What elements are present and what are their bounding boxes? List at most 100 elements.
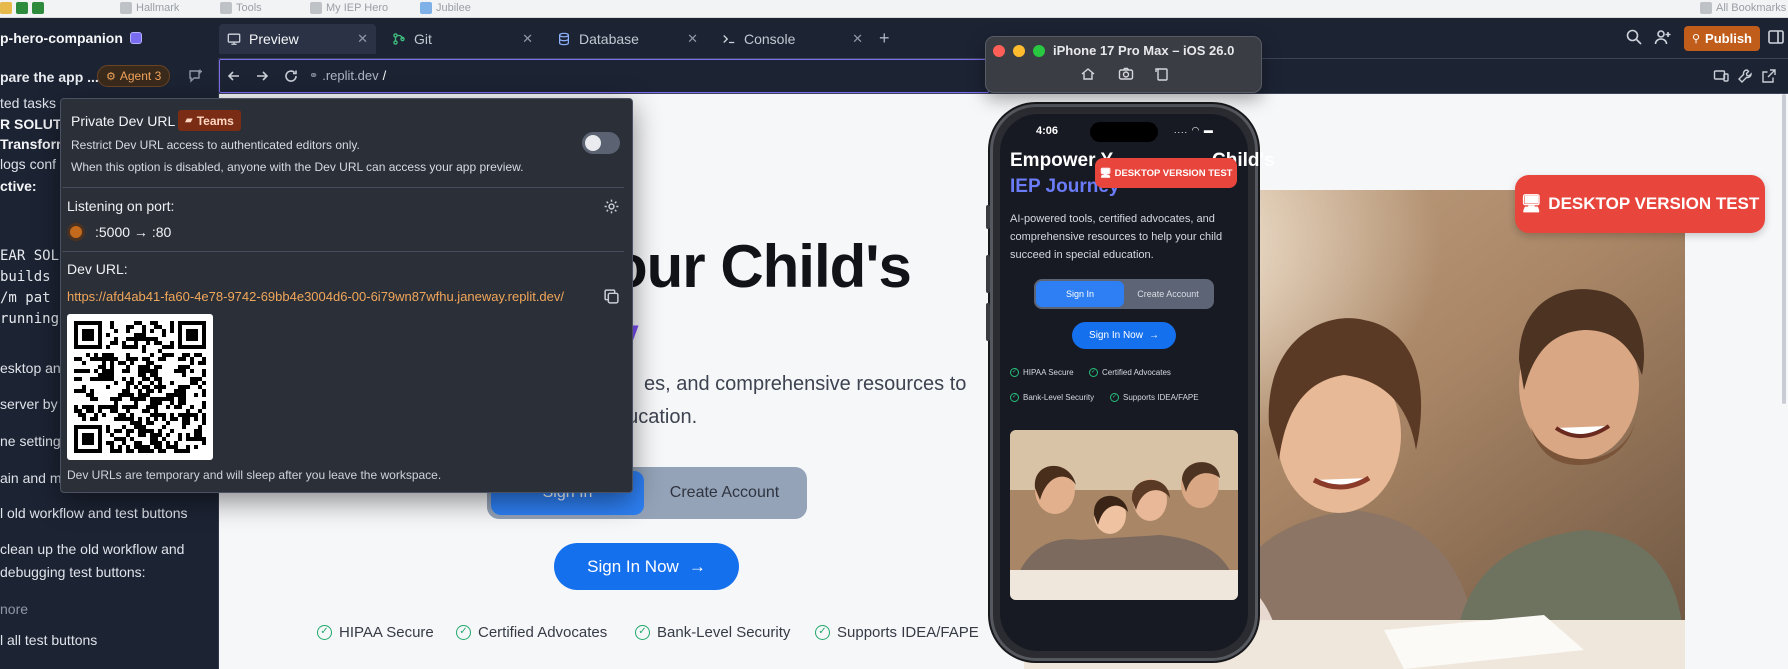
divider [62, 187, 624, 188]
new-chat-icon[interactable] [188, 68, 204, 84]
hero-subtitle: es, and comprehensive resources to [644, 373, 967, 395]
database-icon [559, 32, 569, 46]
feature-item: ✓ Bank-Level Security [635, 624, 790, 641]
tab-label: Database [579, 31, 639, 47]
invite-user-icon[interactable] [1654, 28, 1672, 46]
bookmark-item[interactable]: Hallmark [120, 1, 179, 15]
open-new-tab-icon[interactable] [1761, 68, 1777, 84]
sign-in-now-label: Sign In Now [1089, 330, 1143, 341]
project-name[interactable]: p-hero-companion [0, 30, 123, 46]
popover-footer: Dev URLs are temporary and will sleep af… [67, 468, 442, 482]
teams-label: Teams [196, 113, 234, 128]
bookmark-icons[interactable] [0, 1, 44, 15]
rotate-icon[interactable] [1154, 66, 1170, 82]
feature-label: Bank-Level Security [1023, 393, 1095, 402]
phone-clock: 4:06 [1036, 125, 1059, 137]
tab-git[interactable]: Git ✕ [384, 24, 541, 54]
bookmark-item[interactable]: Jubilee [420, 1, 471, 15]
feature-label: HIPAA Secure [1023, 368, 1074, 377]
check-icon: ✓ [635, 625, 650, 640]
chat-line: clean up the old workflow and [0, 541, 185, 557]
tab-console[interactable]: Console ✕ [714, 24, 871, 54]
chat-line: ain and m [0, 470, 62, 486]
url-path: / [382, 68, 387, 83]
phone-side-button [986, 303, 990, 341]
page-scrollbar[interactable] [1782, 94, 1786, 404]
check-icon: ✓ [1110, 393, 1119, 402]
briefcase-icon: ▰ [185, 115, 193, 126]
forward-icon[interactable] [254, 68, 270, 84]
port-label: Listening on port: [67, 198, 175, 214]
sign-in-now-button[interactable]: Sign In Now → [554, 543, 739, 590]
code-line: EAR SOLU [0, 248, 68, 264]
check-icon: ✓ [1010, 393, 1019, 402]
port-mapping: :5000 → :80 [95, 224, 172, 240]
phone-feature-item: ✓ Certified Advocates [1089, 368, 1171, 377]
panel-toggle-icon[interactable] [1767, 28, 1785, 46]
close-icon[interactable]: ✕ [357, 31, 368, 47]
show-more-link[interactable]: nore [0, 601, 28, 617]
popover-description: Restrict Dev URL access to authenticated… [71, 138, 360, 152]
devices-icon[interactable] [1713, 68, 1729, 84]
check-icon: ✓ [1089, 368, 1098, 377]
sign-in-now-label: Sign In Now [587, 556, 679, 576]
add-tab-button[interactable]: + [879, 29, 890, 47]
close-icon[interactable]: ✕ [522, 31, 533, 47]
tab-preview[interactable]: Preview ✕ [219, 24, 376, 54]
git-branch-icon [393, 33, 405, 45]
bookmark-item[interactable]: Tools [220, 1, 262, 15]
all-bookmarks[interactable]: All Bookmarks [1700, 1, 1786, 15]
zoom-window-button[interactable] [1033, 45, 1045, 57]
monitor-icon: 🖥 [1099, 167, 1112, 179]
phone-sign-in-now-button[interactable]: Sign In Now → [1072, 322, 1176, 349]
badge-label: DESKTOP VERSION TEST [1548, 194, 1760, 213]
private-url-toggle[interactable] [582, 132, 620, 154]
dev-url-label: Dev URL: [67, 261, 128, 277]
close-icon[interactable]: ✕ [852, 31, 863, 47]
qr-code [67, 314, 213, 460]
phone-create-account-tab[interactable]: Create Account [1124, 281, 1212, 307]
code-line: builds - [0, 269, 68, 285]
create-account-tab[interactable]: Create Account [646, 471, 803, 515]
phone-feature-item: ✓ HIPAA Secure [1010, 368, 1074, 377]
chat-line: debugging test buttons: [0, 564, 146, 580]
popover-description: When this option is disabled, anyone wit… [71, 160, 524, 174]
copy-icon[interactable] [603, 288, 620, 305]
close-icon[interactable]: ✕ [687, 31, 698, 47]
teams-badge: ▰ Teams [178, 110, 241, 131]
link-icon: ⚭ [309, 70, 319, 82]
agent-label: Agent 3 [119, 69, 162, 83]
publish-button[interactable]: ⚲ Publish [1684, 26, 1760, 51]
back-icon[interactable] [226, 68, 242, 84]
hero-title: our Child's [611, 233, 912, 300]
phone-side-button [986, 255, 990, 293]
dev-url-link[interactable]: https://afd4ab41-fa60-4e78-9742-69bb4e30… [67, 289, 564, 304]
url-field[interactable]: ⚭ .replit.dev / [309, 68, 386, 83]
feature-label: Certified Advocates [1102, 368, 1171, 377]
devtools-icon[interactable] [1737, 68, 1753, 84]
chat-line: ted tasks [0, 95, 57, 111]
tab-label: Console [744, 31, 796, 47]
phone-family-photo [1010, 430, 1238, 600]
screenshot-icon[interactable] [1118, 66, 1134, 82]
close-window-button[interactable] [993, 45, 1005, 57]
code-line: /m pat [0, 290, 51, 306]
reload-icon[interactable] [283, 68, 299, 84]
home-icon[interactable] [1080, 66, 1096, 82]
minimize-window-button[interactable] [1013, 45, 1025, 57]
phone-feature-item: ✓ Bank-Level Security [1010, 393, 1094, 402]
feature-item: ✓ HIPAA Secure [317, 624, 434, 641]
gear-icon[interactable] [603, 198, 620, 215]
phone-status-icons: .... ◠ ▬ [1174, 125, 1214, 135]
agent-badge[interactable]: ⚙ Agent 3 [97, 65, 171, 87]
chat-title[interactable]: pare the app ... [0, 69, 99, 85]
chat-line: logs conf [0, 156, 57, 172]
search-icon[interactable] [1625, 28, 1643, 46]
bookmark-item[interactable]: My IEP Hero [310, 1, 388, 15]
tab-database[interactable]: Database ✕ [549, 24, 706, 54]
qr-code-image [74, 321, 206, 453]
arrow-right-icon: → [1148, 330, 1159, 341]
phone-signin-tab[interactable]: Sign In [1036, 281, 1124, 307]
phone-side-button [986, 205, 990, 229]
feature-item: ✓ Supports IDEA/FAPE [815, 624, 979, 641]
